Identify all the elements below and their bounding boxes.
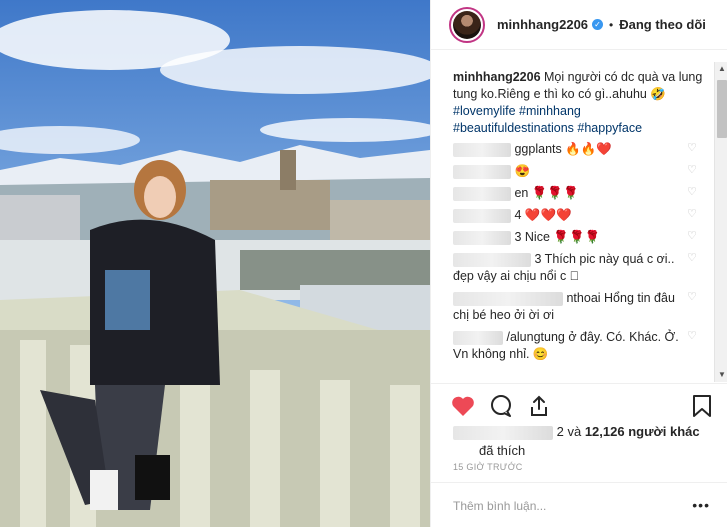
add-comment-input[interactable]: Thêm bình luận... (453, 499, 546, 513)
comment-like-heart-icon[interactable]: ♡ (687, 209, 698, 220)
add-comment-bar: Thêm bình luận... ••• (431, 482, 727, 527)
list-item: ggplants 🔥🔥❤️ ♡ (453, 141, 706, 158)
caption-hashtags-2[interactable]: #beautifuldestinations #happyface (453, 121, 642, 135)
list-item: 😍 ♡ (453, 163, 706, 180)
likes-count[interactable]: 12,126 (585, 424, 625, 439)
bookmark-icon[interactable] (692, 394, 712, 421)
avatar[interactable] (449, 6, 485, 43)
comments-list: minhhang2206 Mọi người có dc quà va lung… (431, 51, 716, 383)
photo-scene (0, 0, 430, 527)
comment-text: ggplants 🔥🔥❤️ (514, 142, 612, 156)
blurred-username (453, 186, 511, 201)
comment-like-heart-icon[interactable]: ♡ (687, 253, 698, 264)
caption: minhhang2206 Mọi người có dc quà va lung… (453, 69, 706, 137)
blurred-username (453, 208, 511, 223)
blurred-username (453, 291, 563, 306)
separator: • (609, 17, 614, 32)
list-item: en 🌹🌹🌹 ♡ (453, 185, 706, 202)
blurred-username (453, 252, 531, 267)
blurred-username (453, 230, 511, 245)
comment-like-heart-icon[interactable]: ♡ (687, 165, 698, 176)
likes-suffix-2: đã thích (479, 443, 526, 458)
comment-bubble-icon[interactable] (489, 394, 513, 418)
comment-text: 4 ❤️❤️❤️ (514, 208, 572, 222)
header-username[interactable]: minhhang2206 (497, 17, 588, 32)
follow-status-button[interactable]: Đang theo dõi (619, 17, 706, 32)
scroll-up-arrow-icon[interactable]: ▲ (715, 62, 727, 76)
likes-suffix-1[interactable]: người khác (628, 424, 699, 439)
more-options-icon[interactable]: ••• (692, 497, 710, 513)
post-actions (431, 383, 727, 427)
likes-summary: 2 và 12,126 người khác đã thích (453, 422, 723, 460)
blurred-username (453, 330, 503, 345)
post-header: minhhang2206 ✓ • Đang theo dõi (431, 0, 727, 50)
comment-text: 3 Nice 🌹🌹🌹 (514, 230, 601, 244)
comment-like-heart-icon[interactable]: ♡ (687, 292, 698, 303)
blurred-username (453, 164, 511, 179)
caption-hashtags-1[interactable]: #lovemylife #minhhang (453, 104, 581, 118)
post-timestamp[interactable]: 15 GIỜ TRƯỚC (453, 462, 523, 472)
comment-like-heart-icon[interactable]: ♡ (687, 187, 698, 198)
list-item: nthoai Hổng tin đâu chị bé heo ởi ời ơi … (453, 290, 706, 324)
share-icon[interactable] (527, 394, 551, 418)
comment-like-heart-icon[interactable]: ♡ (687, 143, 698, 154)
comment-like-heart-icon[interactable]: ♡ (687, 331, 698, 342)
likes-prefix: 2 và (556, 424, 582, 439)
list-item: 3 Thích pic này quá c ơi.. đẹp vậy ai ch… (453, 251, 706, 285)
comments-scrollbar[interactable]: ▲ ▼ (714, 62, 727, 382)
comment-text: 😍 (514, 164, 531, 178)
blurred-liker (453, 425, 553, 440)
list-item: 4 ❤️❤️❤️ ♡ (453, 207, 706, 224)
like-heart-icon[interactable] (451, 394, 475, 418)
scrollbar-thumb[interactable] (717, 80, 727, 138)
verified-badge-icon: ✓ (592, 19, 604, 30)
scroll-down-arrow-icon[interactable]: ▼ (715, 368, 727, 382)
post-photo[interactable] (0, 0, 430, 527)
caption-username[interactable]: minhhang2206 (453, 70, 541, 84)
list-item: 3 Nice 🌹🌹🌹 ♡ (453, 229, 706, 246)
comment-text: en 🌹🌹🌹 (514, 186, 579, 200)
post-side-panel: minhhang2206 ✓ • Đang theo dõi minhhang2… (430, 0, 727, 527)
blurred-username (453, 142, 511, 157)
list-item: /alungtung ở đây. Có. Khác. Ở. Vn không … (453, 329, 706, 363)
comment-like-heart-icon[interactable]: ♡ (687, 231, 698, 242)
